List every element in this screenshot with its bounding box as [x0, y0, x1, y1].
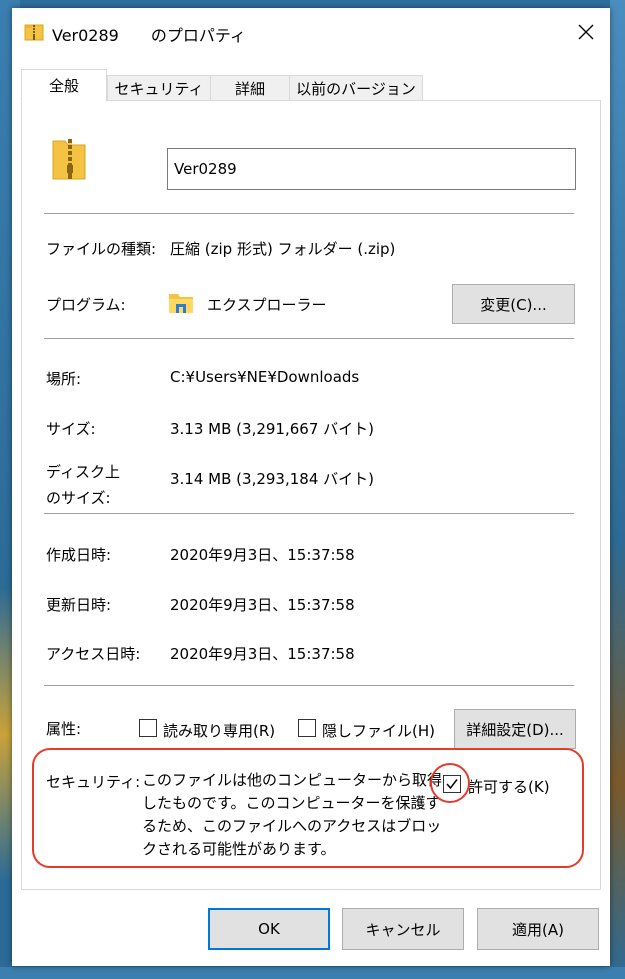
- disk-size-label-line1: ディスク上: [46, 463, 120, 481]
- hidden-checkbox[interactable]: [298, 719, 316, 737]
- title-bar[interactable]: Ver0289 のプロパティ: [12, 8, 610, 56]
- desktop-background-bottom: [0, 967, 625, 979]
- properties-dialog: Ver0289 のプロパティ 全般 セキュリティ 詳細 以前のバージョン ファイ…: [12, 8, 610, 966]
- modified-value: 2020年9月3日、15:37:58: [170, 596, 355, 614]
- file-type-value: 圧縮 (zip 形式) フォルダー (.zip): [170, 240, 396, 258]
- file-name-input[interactable]: [167, 148, 576, 190]
- tab-previous-versions[interactable]: 以前のバージョン: [289, 75, 423, 100]
- close-icon[interactable]: [574, 20, 598, 44]
- location-value: C:¥Users¥NE¥Downloads: [170, 368, 360, 386]
- tab-strip: 全般 セキュリティ 詳細 以前のバージョン: [21, 69, 601, 102]
- size-label: サイズ:: [46, 420, 96, 438]
- readonly-checkbox[interactable]: [139, 719, 157, 737]
- window-title: Ver0289 のプロパティ: [52, 26, 246, 45]
- accessed-label: アクセス日時:: [46, 645, 141, 663]
- readonly-label[interactable]: 読み取り専用(R): [163, 720, 275, 741]
- size-value: 3.13 MB (3,291,667 バイト): [170, 420, 374, 438]
- file-explorer-icon: [169, 294, 193, 313]
- attributes-label: 属性:: [46, 720, 82, 738]
- advanced-button[interactable]: 詳細設定(D)...: [454, 709, 576, 749]
- tab-general[interactable]: 全般: [21, 69, 107, 102]
- created-value: 2020年9月3日、15:37:58: [170, 546, 355, 564]
- change-program-button[interactable]: 変更(C)...: [452, 284, 575, 324]
- modified-label: 更新日時:: [46, 596, 112, 614]
- separator: [44, 685, 574, 686]
- desktop-background-right: [610, 0, 625, 979]
- file-type-label: ファイルの種類:: [46, 240, 157, 258]
- zip-folder-icon: [24, 24, 44, 41]
- separator: [44, 213, 574, 214]
- program-label: プログラム:: [46, 296, 126, 314]
- program-value: エクスプローラー: [207, 296, 327, 314]
- separator: [44, 338, 574, 339]
- tab-details[interactable]: 詳細: [210, 75, 290, 100]
- hidden-label[interactable]: 隠しファイル(H): [322, 720, 435, 741]
- ok-button[interactable]: OK: [208, 908, 330, 950]
- separator: [44, 513, 574, 514]
- location-label: 場所:: [46, 370, 82, 388]
- disk-size-label-line2: のサイズ:: [46, 489, 111, 507]
- accessed-value: 2020年9月3日、15:37:58: [170, 645, 355, 663]
- checkbox-highlight-annotation: [430, 763, 470, 803]
- disk-size-value: 3.14 MB (3,293,184 バイト): [170, 470, 374, 488]
- apply-button[interactable]: 適用(A): [477, 908, 599, 950]
- zip-folder-large-icon: [52, 139, 86, 180]
- security-highlight-annotation: [32, 748, 584, 868]
- cancel-button[interactable]: キャンセル: [342, 908, 464, 950]
- tab-security[interactable]: セキュリティ: [107, 75, 211, 100]
- created-label: 作成日時:: [46, 546, 112, 564]
